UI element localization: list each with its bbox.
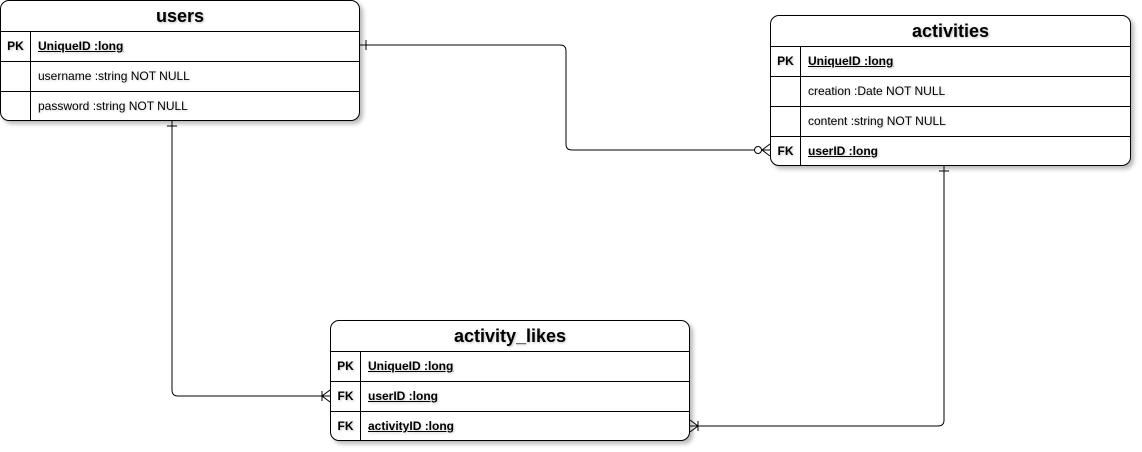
key-cell <box>771 107 801 136</box>
entity-title: activities <box>771 16 1130 47</box>
fk-badge: FK <box>771 137 801 165</box>
key-cell <box>1 62 31 91</box>
crowfoot-lower <box>689 425 699 433</box>
pk-badge: PK <box>1 32 31 61</box>
field-label: userID :long <box>368 389 439 403</box>
edge-users-activities[interactable] <box>360 40 771 157</box>
field-label: UniqueID :long <box>808 54 894 68</box>
crowfoot-lower <box>321 395 331 403</box>
field-label: creation :Date NOT NULL <box>808 84 946 98</box>
field-label: username :string NOT NULL <box>38 69 190 83</box>
edge-activities-activity-likes[interactable] <box>689 166 949 433</box>
er-diagram-canvas: users PK UniqueID :long username :string… <box>0 0 1142 452</box>
entity-title: activity_likes <box>331 321 689 352</box>
fk-badge: FK <box>331 412 361 440</box>
pk-badge: PK <box>331 352 361 381</box>
crowfoot-upper <box>761 143 771 151</box>
table-row[interactable]: PK UniqueID :long <box>331 352 689 382</box>
crowfoot-lower <box>761 149 771 157</box>
table-row[interactable]: FK userID :long <box>771 137 1130 165</box>
edge-users-activity-likes[interactable] <box>167 121 331 403</box>
field-label: activityID :long <box>368 419 455 433</box>
field-label: UniqueID :long <box>368 359 454 373</box>
zero-marker <box>754 146 762 154</box>
entity-activity-likes[interactable]: activity_likes PK UniqueID :long FK user… <box>330 320 690 441</box>
table-row[interactable]: FK userID :long <box>331 382 689 412</box>
table-row[interactable]: password :string NOT NULL <box>1 92 359 120</box>
crowfoot-upper <box>321 389 331 397</box>
table-row[interactable]: content :string NOT NULL <box>771 107 1130 137</box>
table-row[interactable]: username :string NOT NULL <box>1 62 359 92</box>
crowfoot-upper <box>689 419 699 427</box>
field-label: content :string NOT NULL <box>808 114 946 128</box>
table-row[interactable]: FK activityID :long <box>331 412 689 440</box>
entity-users[interactable]: users PK UniqueID :long username :string… <box>0 0 360 121</box>
table-row[interactable]: creation :Date NOT NULL <box>771 77 1130 107</box>
key-cell <box>771 77 801 106</box>
field-label: UniqueID :long <box>38 39 124 53</box>
entity-title: users <box>1 1 359 32</box>
field-label: userID :long <box>808 144 879 158</box>
table-row[interactable]: PK UniqueID :long <box>771 47 1130 77</box>
field-label: password :string NOT NULL <box>38 99 188 113</box>
key-cell <box>1 92 31 120</box>
table-row[interactable]: PK UniqueID :long <box>1 32 359 62</box>
fk-badge: FK <box>331 382 361 411</box>
entity-activities[interactable]: activities PK UniqueID :long creation :D… <box>770 15 1131 166</box>
pk-badge: PK <box>771 47 801 76</box>
